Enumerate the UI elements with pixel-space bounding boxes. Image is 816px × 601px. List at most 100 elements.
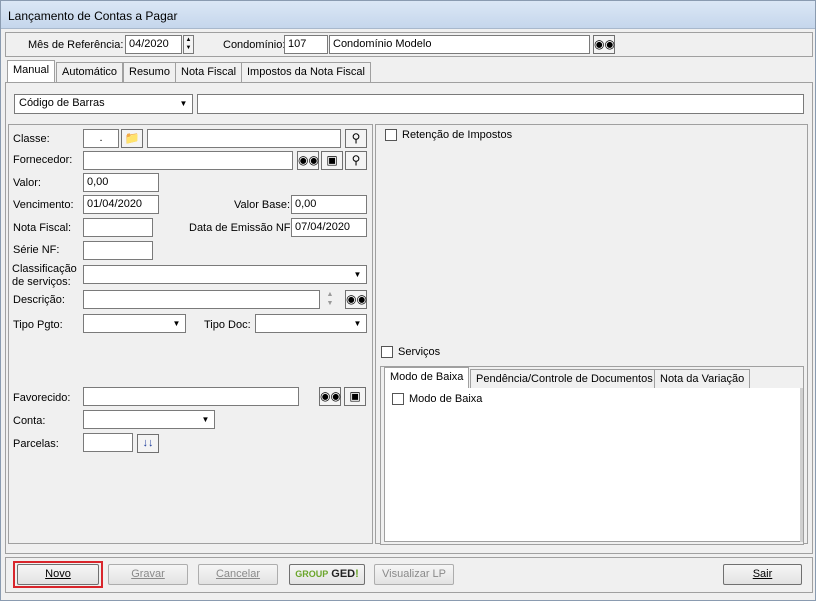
- servicos-label: Serviços: [398, 346, 441, 358]
- form-group-left: [8, 124, 373, 544]
- ged-label: GED: [331, 568, 356, 580]
- ged-group-text: GROUP: [295, 569, 329, 579]
- fornecedor-search-button[interactable]: ◉◉: [297, 151, 319, 170]
- main-tabs: Manual Automático Resumo Nota Fiscal Imp…: [7, 60, 407, 82]
- novo-label: Novo: [45, 568, 71, 580]
- fornecedor-label: Fornecedor:: [13, 154, 73, 166]
- chevron-down-icon: ▼: [169, 316, 184, 331]
- condominio-code-input[interactable]: 107: [284, 35, 328, 54]
- classe-magnifier-button[interactable]: ⚲: [345, 129, 367, 148]
- retencao-impostos-checkbox[interactable]: [385, 129, 397, 141]
- window-title: Lançamento de Contas a Pagar: [8, 9, 178, 23]
- descricao-search-button[interactable]: ◉◉: [345, 290, 367, 309]
- binoculars-icon: ◉◉: [594, 37, 615, 51]
- tipo-doc-select[interactable]: ▼: [255, 314, 367, 333]
- modo-de-baixa-label: Modo de Baixa: [409, 393, 483, 405]
- sair-button[interactable]: Sair: [723, 564, 802, 585]
- chevron-down-icon: ▼: [198, 412, 213, 427]
- tipo-pgto-label: Tipo Pgto:: [13, 319, 63, 331]
- fornecedor-card-button[interactable]: ▣: [321, 151, 343, 170]
- magnifier-icon: ⚲: [351, 131, 361, 145]
- cancelar-button[interactable]: Cancelar: [198, 564, 278, 585]
- vencimento-input[interactable]: 01/04/2020: [83, 195, 159, 214]
- barcode-type-select[interactable]: Código de Barras ▼: [14, 94, 193, 114]
- mes-referencia-spinner[interactable]: ▲ ▼: [183, 35, 194, 54]
- condominio-search-button[interactable]: ◉◉: [593, 35, 615, 54]
- data-emissao-label: Data de Emissão NF:: [189, 222, 294, 234]
- binoculars-icon: ◉◉: [320, 389, 341, 403]
- valor-label: Valor:: [13, 177, 41, 189]
- tab-modo-de-baixa[interactable]: Modo de Baixa: [384, 367, 470, 389]
- nota-fiscal-input[interactable]: [83, 218, 153, 237]
- classificacao-select[interactable]: ▼: [83, 265, 367, 284]
- magnifier-icon: ⚲: [351, 153, 361, 167]
- serie-nf-input[interactable]: [83, 241, 153, 260]
- binoculars-icon: ◉◉: [346, 292, 367, 306]
- sub-tab-content: [384, 388, 801, 542]
- chevron-down-icon: ▼: [350, 316, 365, 331]
- descricao-label: Descrição:: [13, 294, 65, 306]
- mes-referencia-label: Mês de Referência:: [28, 39, 124, 51]
- chevron-down-icon: ▼: [350, 267, 365, 282]
- binoculars-icon: ◉◉: [298, 153, 319, 167]
- tab-resumo[interactable]: Resumo: [123, 62, 176, 82]
- card-icon: ▣: [326, 153, 338, 167]
- classificacao-label-2: de serviços:: [12, 276, 71, 288]
- tipo-doc-label: Tipo Doc:: [204, 319, 251, 331]
- data-emissao-input[interactable]: 07/04/2020: [291, 218, 367, 237]
- conta-label: Conta:: [13, 415, 46, 427]
- valor-base-input[interactable]: 0,00: [291, 195, 367, 214]
- barcode-type-value: Código de Barras: [19, 97, 105, 109]
- tab-nota-da-variacao[interactable]: Nota da Variação: [654, 369, 751, 389]
- fornecedor-input[interactable]: [83, 151, 293, 170]
- ged-button[interactable]: GROUP GED!: [289, 564, 365, 585]
- visualizar-lp-button[interactable]: Visualizar LP: [374, 564, 454, 585]
- novo-button[interactable]: Novo: [17, 564, 99, 585]
- parcelas-expand-button[interactable]: ↓↓: [137, 434, 159, 453]
- barcode-input[interactable]: [197, 94, 804, 114]
- folder-icon: 📁: [124, 131, 140, 145]
- gravar-label: Gravar: [131, 568, 165, 580]
- classe-folder-button[interactable]: 📁: [121, 129, 143, 148]
- retencao-impostos-label: Retenção de Impostos: [402, 129, 513, 141]
- sub-tab-content-edge: [800, 388, 803, 542]
- favorecido-card-button[interactable]: ▣: [344, 387, 366, 406]
- classe-input[interactable]: [147, 129, 341, 148]
- cancelar-label: Cancelar: [215, 568, 261, 580]
- conta-select[interactable]: ▼: [83, 410, 215, 429]
- double-arrow-down-icon: ↓↓: [142, 437, 154, 449]
- mes-referencia-input[interactable]: 04/2020: [125, 35, 182, 54]
- parcelas-label: Parcelas:: [13, 438, 59, 450]
- sub-tabs: Modo de Baixa Pendência/Controle de Docu…: [384, 367, 784, 389]
- descricao-input[interactable]: [83, 290, 320, 309]
- favorecido-label: Favorecido:: [13, 392, 71, 404]
- parcelas-input[interactable]: [83, 433, 133, 452]
- modo-de-baixa-checkbox[interactable]: [392, 393, 404, 405]
- condominio-name-input[interactable]: Condomínio Modelo: [329, 35, 590, 54]
- favorecido-search-button[interactable]: ◉◉: [319, 387, 341, 406]
- valor-input[interactable]: 0,00: [83, 173, 159, 192]
- servicos-checkbox[interactable]: [381, 346, 393, 358]
- vencimento-label: Vencimento:: [13, 199, 74, 211]
- valor-base-label: Valor Base:: [234, 199, 291, 211]
- classe-code-input[interactable]: .: [83, 129, 119, 148]
- gravar-button[interactable]: Gravar: [108, 564, 188, 585]
- descricao-scroll-arrows[interactable]: ▲ ▼: [323, 290, 337, 309]
- card-icon: ▣: [349, 389, 361, 403]
- classe-label: Classe:: [13, 133, 50, 145]
- chevron-down-icon: ▼: [176, 96, 191, 111]
- tab-nota-fiscal[interactable]: Nota Fiscal: [175, 62, 243, 82]
- tipo-pgto-select[interactable]: ▼: [83, 314, 186, 333]
- tab-impostos-nota-fiscal[interactable]: Impostos da Nota Fiscal: [241, 62, 371, 82]
- favorecido-input[interactable]: [83, 387, 299, 406]
- condominio-label: Condomínio:: [223, 39, 286, 51]
- tab-pendencia-controle-documentos[interactable]: Pendência/Controle de Documentos: [470, 369, 659, 389]
- window: Lançamento de Contas a Pagar Mês de Refe…: [0, 0, 816, 601]
- classificacao-label-1: Classificação: [12, 263, 77, 275]
- serie-nf-label: Série NF:: [13, 244, 60, 256]
- fornecedor-magnifier-button[interactable]: ⚲: [345, 151, 367, 170]
- nota-fiscal-label: Nota Fiscal:: [13, 222, 72, 234]
- tab-automatico[interactable]: Automático: [56, 62, 124, 82]
- tab-manual[interactable]: Manual: [7, 60, 56, 82]
- title-bar: Lançamento de Contas a Pagar: [1, 1, 815, 29]
